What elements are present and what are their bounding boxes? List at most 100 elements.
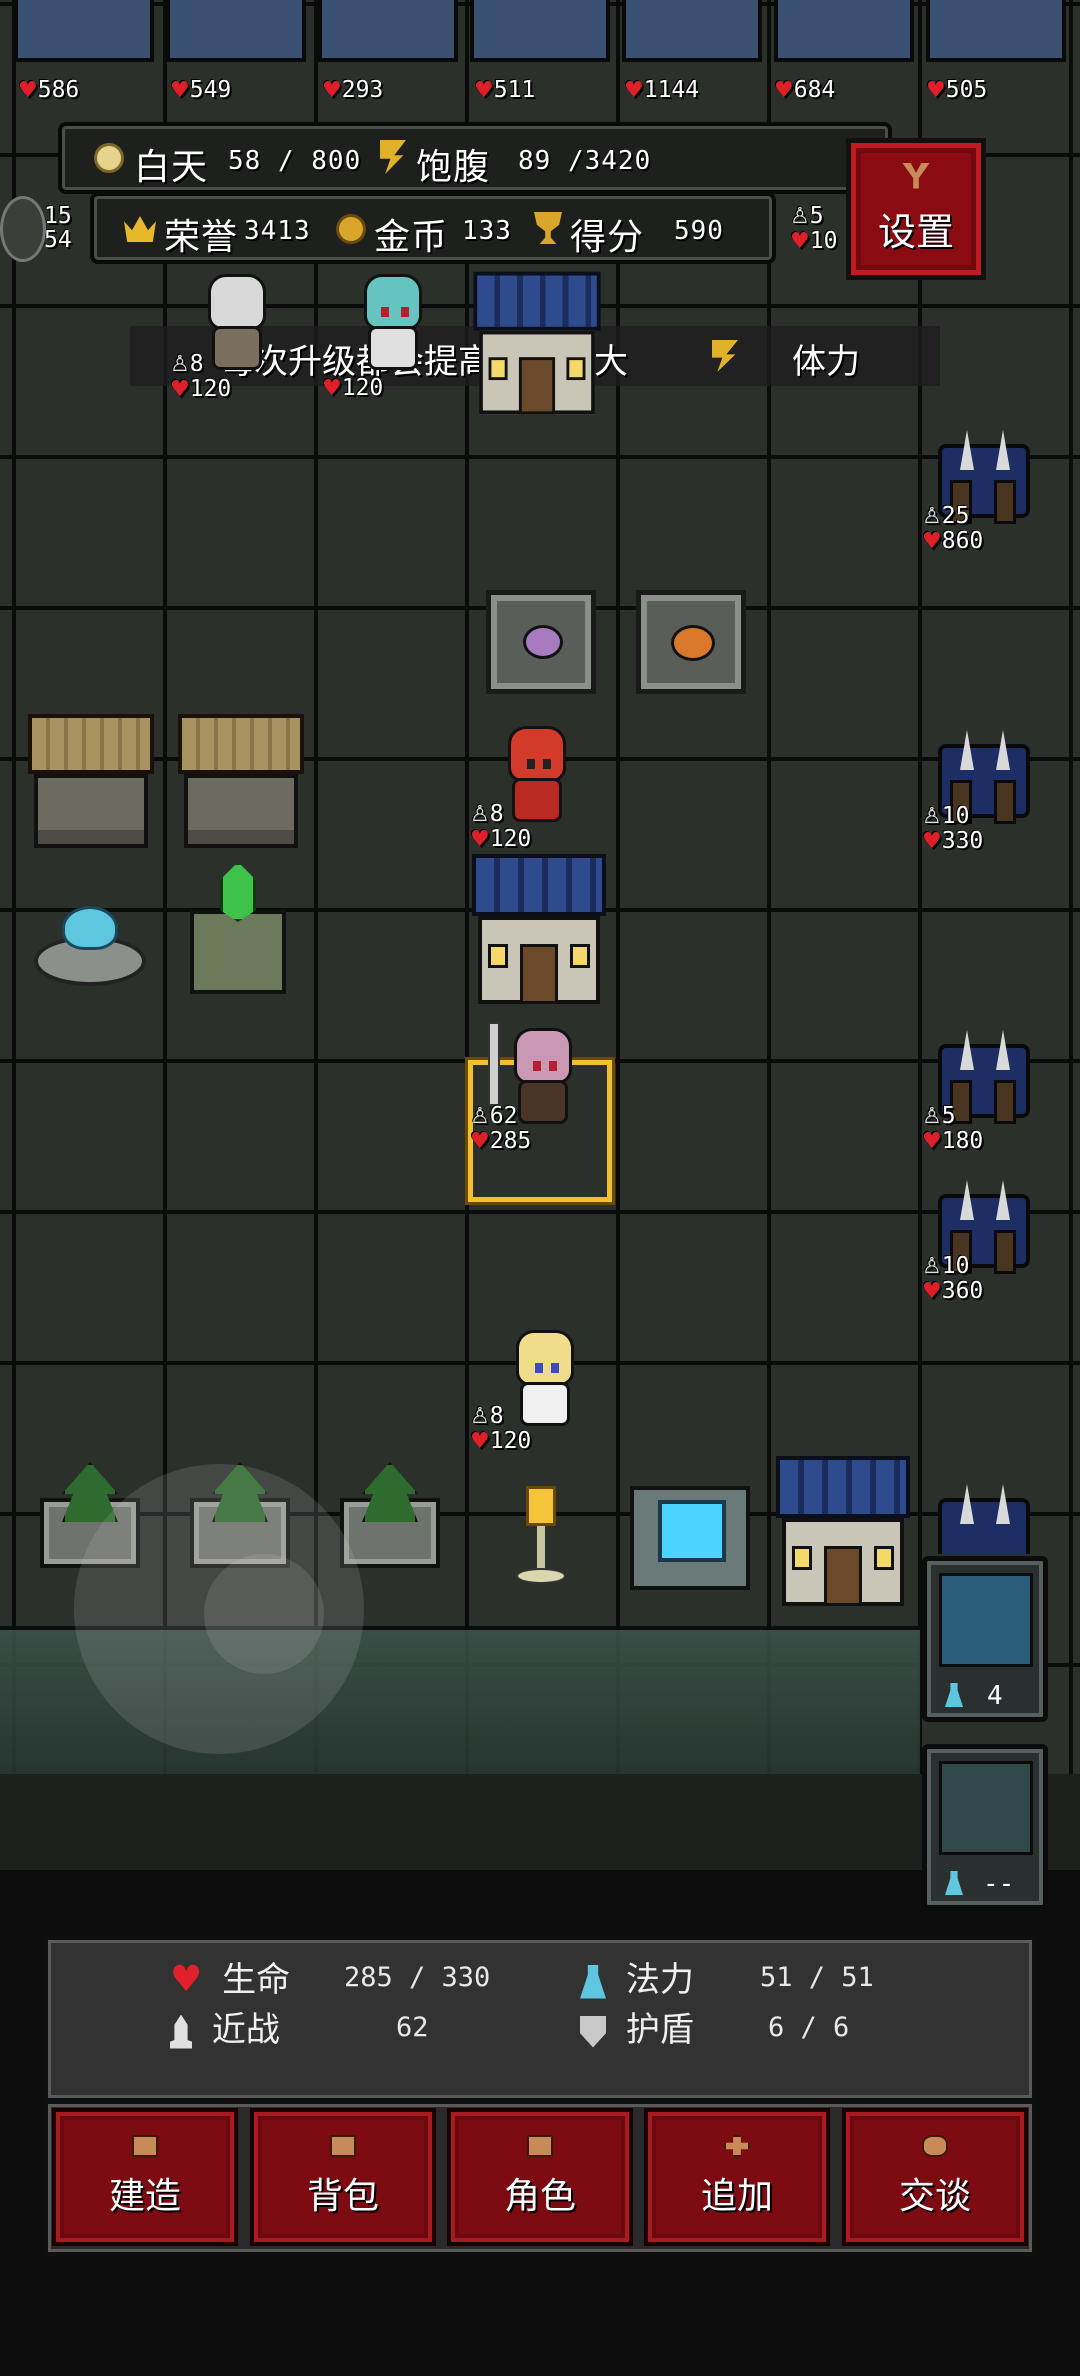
- unit-teal-girl[interactable]: [336, 268, 446, 378]
- unit-stat: ♙62 ♥285: [470, 1103, 532, 1154]
- shield-stat: 护盾: [580, 2002, 694, 2051]
- melee-stat: 近战: [170, 2002, 280, 2051]
- backpack-button[interactable]: 背包: [250, 2108, 436, 2246]
- trophy-icon: [534, 212, 562, 244]
- top-hp-6: ♥684: [774, 77, 836, 103]
- tech-terminal[interactable]: [630, 1486, 750, 1590]
- melee-value: 62: [396, 2012, 429, 2043]
- satiety-value: 89 /3420: [518, 146, 652, 176]
- talk-label: 交谈: [898, 2176, 971, 2217]
- settings-button[interactable]: 设置: [846, 138, 986, 280]
- skill-lightning-button[interactable]: 4: [922, 1556, 1048, 1722]
- top-hp-1: ♥586: [18, 77, 80, 103]
- game-screen: ♥586 ♥549 ♥293 ♥511 ♥1144 ♥684 ♥505 白天 5…: [0, 0, 1080, 2376]
- crop-plot-turnip[interactable]: [486, 590, 596, 694]
- town-house[interactable]: [776, 1456, 910, 1606]
- unit-stat: ♙8 ♥120: [470, 801, 532, 852]
- unit-stat: ♥120: [322, 375, 384, 401]
- backpack-label: 背包: [306, 2176, 379, 2217]
- day-value: 58 / 800: [228, 146, 362, 176]
- enemy-stack-top[interactable]: [318, 0, 458, 62]
- enemy-stat: ♙10 ♥360: [922, 1253, 984, 1304]
- lightning-skill-icon: [939, 1573, 1033, 1667]
- virtual-joystick[interactable]: [74, 1464, 364, 1754]
- top-hp-5: ♥1144: [624, 77, 700, 103]
- skill-cost: --: [983, 1869, 1015, 1899]
- heart-icon: ♥: [170, 1959, 203, 2000]
- hammer-icon: [132, 2135, 158, 2157]
- enemy-stack-top[interactable]: [774, 0, 914, 62]
- lamp-post[interactable]: [510, 1484, 570, 1588]
- enemy-stat: ♙10 ♥330: [922, 803, 984, 854]
- mana-stat: 法力: [580, 1952, 694, 2001]
- lightning-icon: [380, 140, 406, 174]
- mana-label: 法力: [625, 1960, 694, 2000]
- add-button[interactable]: 追加: [644, 2108, 830, 2246]
- right-edge-stat: ♙5 ♥10: [790, 203, 838, 254]
- build-label: 建造: [108, 2176, 181, 2217]
- shield-label: 护盾: [625, 2010, 694, 2050]
- shield-icon: [580, 2015, 606, 2048]
- top-hp-3: ♥293: [322, 77, 384, 103]
- life-label: 生命: [222, 1960, 291, 2000]
- add-label: 追加: [700, 2176, 773, 2217]
- market-stall[interactable]: [28, 714, 154, 848]
- skill-shield-button[interactable]: --: [922, 1744, 1048, 1910]
- unit-stat: ♙8 ♥120: [470, 1403, 532, 1454]
- life-value: 285 / 330: [344, 1962, 491, 1993]
- gold-value: 133: [462, 216, 512, 246]
- crop-plot-pumpkin[interactable]: [636, 590, 746, 694]
- crown-icon: [124, 216, 156, 242]
- wrench-icon: [902, 162, 930, 189]
- settings-label: 设置: [877, 209, 954, 254]
- tree-planter[interactable]: [338, 1462, 442, 1568]
- mana-potion-icon: [945, 1871, 963, 1895]
- speech-bubble-icon: [922, 2135, 948, 2157]
- sun-icon: [94, 143, 124, 173]
- sword-icon: [170, 2014, 192, 2049]
- resource-bar-top: 白天 58 / 800 饱腹 89 /3420: [58, 122, 892, 194]
- crystal-tower[interactable]: [176, 860, 300, 996]
- melee-label: 近战: [211, 2010, 280, 2050]
- enemy-stack-top[interactable]: [622, 0, 762, 62]
- life-stat: ♥ 生命: [170, 1952, 290, 2001]
- lightning-icon: [712, 340, 738, 372]
- character-icon: [527, 2135, 553, 2157]
- character-button[interactable]: 角色: [447, 2108, 633, 2246]
- unit-stat: ♙8 ♥120: [170, 351, 232, 402]
- left-edge-avatar[interactable]: [0, 196, 46, 262]
- tip-highlight: 体力: [792, 342, 860, 382]
- satiety-label: 饱腹: [416, 147, 491, 188]
- enemy-stack-top[interactable]: [926, 0, 1066, 62]
- talk-button[interactable]: 交谈: [842, 2108, 1028, 2246]
- character-label: 角色: [503, 2176, 576, 2217]
- left-edge-stat: 15 54: [44, 203, 72, 253]
- score-label: 得分: [570, 217, 645, 258]
- town-house[interactable]: [473, 271, 601, 415]
- backpack-icon: [330, 2135, 356, 2157]
- skill-cost: 4: [987, 1681, 1003, 1711]
- enemy-knight-group[interactable]: [924, 1480, 1044, 1554]
- mana-potion-icon: [945, 1683, 963, 1707]
- resource-bar-bottom: 荣誉 3413 金币 133 得分 590: [90, 192, 776, 264]
- market-stall[interactable]: [178, 714, 304, 848]
- shield-skill-icon: [939, 1761, 1033, 1855]
- honor-label: 荣誉: [164, 217, 239, 258]
- score-value: 590: [674, 216, 724, 246]
- gold-coin-icon: [336, 214, 366, 244]
- mana-potion-icon: [580, 1964, 606, 1999]
- board-edge: [0, 1774, 1080, 1870]
- enemy-stat: ♙25 ♥860: [922, 503, 984, 554]
- enemy-stack-top[interactable]: [166, 0, 306, 62]
- top-hp-2: ♥549: [170, 77, 232, 103]
- top-hp-7: ♥505: [926, 77, 988, 103]
- build-button[interactable]: 建造: [52, 2108, 238, 2246]
- plus-icon: [724, 2135, 750, 2157]
- mana-value: 51 / 51: [760, 1962, 874, 1993]
- enemy-stack-top[interactable]: [14, 0, 154, 62]
- town-house[interactable]: [472, 854, 606, 1004]
- day-label: 白天: [134, 147, 209, 188]
- fountain[interactable]: [30, 900, 150, 988]
- enemy-stack-top[interactable]: [470, 0, 610, 62]
- joystick-knob[interactable]: [204, 1554, 324, 1674]
